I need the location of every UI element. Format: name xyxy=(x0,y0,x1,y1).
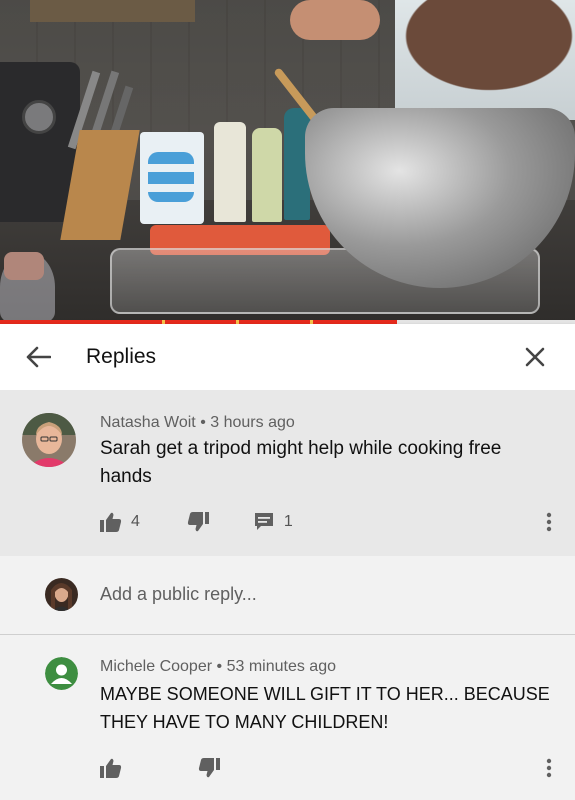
like-button[interactable] xyxy=(100,754,131,782)
avatar[interactable] xyxy=(22,413,76,467)
arrow-left-icon xyxy=(26,346,51,368)
thumbs-up-icon xyxy=(100,512,122,532)
parent-comment: Natasha Woit • 3 hours ago Sarah get a t… xyxy=(0,390,575,556)
meta-separator: • xyxy=(200,414,206,431)
comment-actions: 4 1 xyxy=(100,508,293,536)
avatar[interactable] xyxy=(45,657,78,690)
video-player[interactable] xyxy=(0,0,575,322)
comment-text: MAYBE SOMEONE WILL GIFT IT TO HER... BEC… xyxy=(100,684,550,732)
comment-meta: Natasha Woit • 3 hours ago xyxy=(100,414,295,432)
comment-time: 53 minutes ago xyxy=(226,658,336,675)
video-frame-knob xyxy=(22,100,56,134)
comment-meta: Michele Cooper • 53 minutes ago xyxy=(100,658,336,676)
reply-composer[interactable]: Add a public reply... xyxy=(0,556,575,634)
close-icon xyxy=(525,347,545,367)
like-button[interactable]: 4 xyxy=(100,508,140,536)
video-frame-arm xyxy=(290,0,380,40)
video-frame-jar xyxy=(0,252,55,322)
like-count: 4 xyxy=(131,513,140,530)
dislike-button[interactable] xyxy=(187,508,209,536)
video-frame-person xyxy=(360,0,575,120)
user-photo-icon xyxy=(45,578,78,611)
reply-count-button[interactable]: 1 xyxy=(254,508,293,536)
back-button[interactable] xyxy=(0,324,78,390)
comment-text: Sarah get a tripod might help while cook… xyxy=(100,438,502,487)
reply-comment: Michele Cooper • 53 minutes ago MAYBE SO… xyxy=(0,635,575,800)
thumbs-up-icon xyxy=(100,758,122,778)
dislike-button[interactable] xyxy=(198,754,220,782)
meta-separator: • xyxy=(216,658,223,675)
default-avatar-icon xyxy=(45,657,78,690)
comment-actions xyxy=(100,754,220,782)
video-frame-bottle xyxy=(214,122,246,222)
reply-count: 1 xyxy=(283,513,293,530)
avatar xyxy=(45,578,78,611)
replies-header: Replies xyxy=(0,324,575,390)
close-button[interactable] xyxy=(495,324,575,390)
more-vert-icon xyxy=(546,512,552,532)
user-photo-icon xyxy=(22,413,76,467)
video-frame-bottle xyxy=(252,128,282,222)
reply-input[interactable]: Add a public reply... xyxy=(100,584,257,605)
comment-menu-button[interactable] xyxy=(537,754,561,782)
thumbs-down-icon xyxy=(187,512,209,532)
thumbs-down-icon xyxy=(198,758,220,778)
more-vert-icon xyxy=(546,758,552,778)
comment-time: 3 hours ago xyxy=(210,414,295,431)
comment-author[interactable]: Natasha Woit xyxy=(100,414,196,431)
comment-menu-button[interactable] xyxy=(537,508,561,536)
comment-author[interactable]: Michele Cooper xyxy=(100,658,212,675)
page-title: Replies xyxy=(86,345,157,368)
comment-icon xyxy=(254,513,273,530)
video-frame-cabinet xyxy=(30,0,195,22)
video-frame-cup xyxy=(140,132,204,224)
